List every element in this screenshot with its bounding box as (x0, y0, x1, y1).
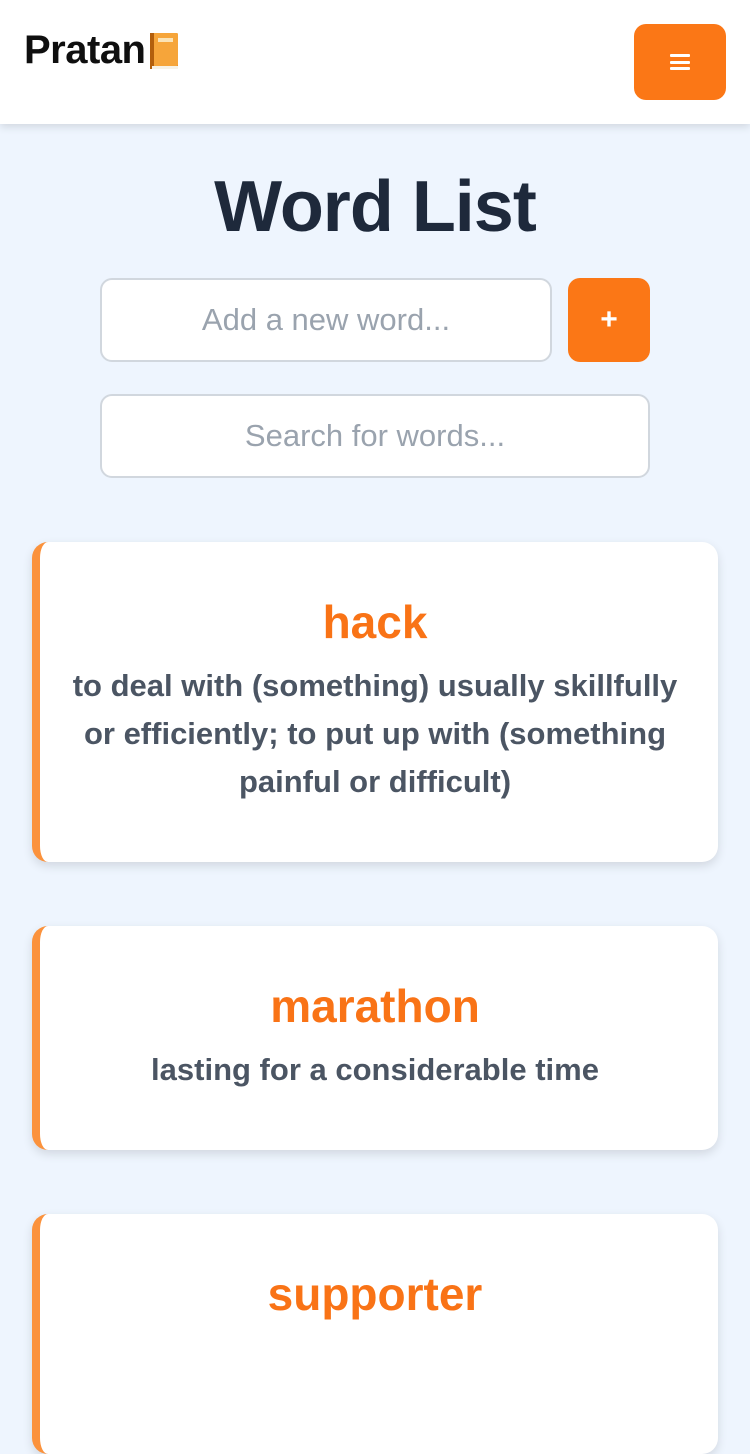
menu-button[interactable] (634, 24, 726, 100)
word-card[interactable]: hack to deal with (something) usually sk… (32, 542, 718, 862)
brand-logo[interactable]: Pratan (24, 28, 182, 73)
search-input[interactable] (100, 394, 650, 478)
book-icon (148, 31, 182, 71)
word-card[interactable]: supporter (32, 1214, 718, 1454)
brand-name: Pratan (24, 28, 146, 72)
word-term: hack (322, 596, 428, 648)
page-title: Word List (214, 167, 537, 247)
word-definition: lasting for a considerable time (151, 1052, 599, 1087)
add-word-button[interactable]: + (568, 278, 650, 362)
add-word-input[interactable] (100, 278, 552, 362)
app-header: Pratan (0, 0, 750, 124)
word-definition: to deal with (something) usually skillfu… (72, 668, 678, 799)
word-card[interactable]: marathon lasting for a considerable time (32, 926, 718, 1150)
word-term: supporter (267, 1268, 483, 1320)
word-term: marathon (270, 980, 480, 1032)
hamburger-icon (670, 54, 690, 70)
